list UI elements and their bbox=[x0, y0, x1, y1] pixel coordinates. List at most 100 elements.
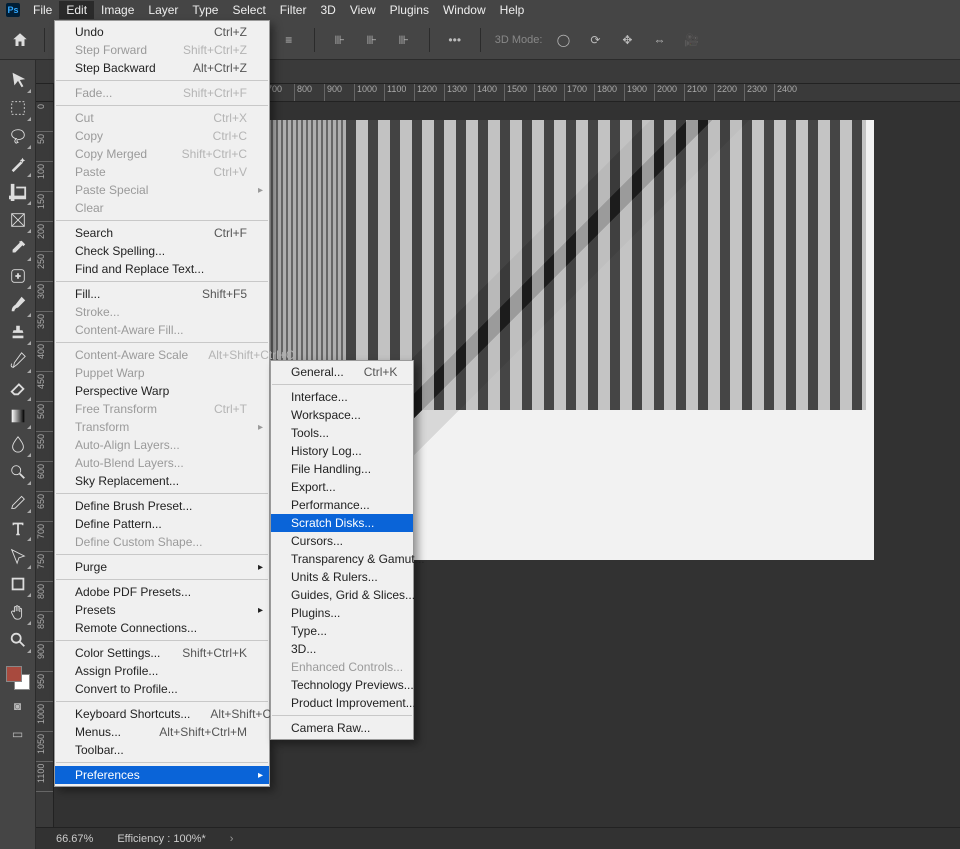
menu-type[interactable]: Type bbox=[185, 1, 225, 19]
prefs-guides-grid-slices[interactable]: Guides, Grid & Slices... bbox=[271, 586, 413, 604]
edit-menu: UndoCtrl+ZStep ForwardShift+Ctrl+ZStep B… bbox=[54, 20, 270, 787]
color-swatch[interactable] bbox=[6, 666, 30, 690]
menu-3d[interactable]: 3D bbox=[313, 1, 342, 19]
prefs-performance[interactable]: Performance... bbox=[271, 496, 413, 514]
status-chevron-icon[interactable]: › bbox=[230, 833, 234, 845]
more-options-icon[interactable]: ••• bbox=[444, 29, 466, 51]
menu-view[interactable]: View bbox=[343, 1, 383, 19]
edit-clear: Clear bbox=[55, 199, 269, 217]
zoom-tool[interactable] bbox=[6, 628, 30, 652]
status-bar: 66.67% Efficiency : 100%* › bbox=[36, 827, 960, 849]
wand-tool[interactable] bbox=[6, 152, 30, 176]
pen-tool[interactable] bbox=[6, 488, 30, 512]
prefs-export[interactable]: Export... bbox=[271, 478, 413, 496]
edit-purge[interactable]: Purge▸ bbox=[55, 558, 269, 576]
eyedrop-tool[interactable] bbox=[6, 236, 30, 260]
distribute-space-icon[interactable]: ⊪ bbox=[393, 29, 415, 51]
menu-filter[interactable]: Filter bbox=[273, 1, 314, 19]
prefs-scratch-disks[interactable]: Scratch Disks... bbox=[271, 514, 413, 532]
hand-tool[interactable] bbox=[6, 600, 30, 624]
prefs-transparency-gamut[interactable]: Transparency & Gamut... bbox=[271, 550, 413, 568]
edit-cut: CutCtrl+X bbox=[55, 109, 269, 127]
edit-undo[interactable]: UndoCtrl+Z bbox=[55, 23, 269, 41]
menu-help[interactable]: Help bbox=[493, 1, 532, 19]
edit-auto-align-layers: Auto-Align Layers... bbox=[55, 436, 269, 454]
3d-zoom-icon[interactable]: 🎥 bbox=[680, 29, 702, 51]
3d-pan-icon[interactable]: ✥ bbox=[616, 29, 638, 51]
3d-slide-icon[interactable]: ⇔ bbox=[648, 29, 670, 51]
fg-color[interactable] bbox=[6, 666, 22, 682]
edit-check-spelling[interactable]: Check Spelling... bbox=[55, 242, 269, 260]
edit-define-brush-preset[interactable]: Define Brush Preset... bbox=[55, 497, 269, 515]
efficiency-label[interactable]: Efficiency : 100%* bbox=[117, 833, 205, 845]
edit-toolbar[interactable]: Toolbar... bbox=[55, 741, 269, 759]
edit-define-pattern[interactable]: Define Pattern... bbox=[55, 515, 269, 533]
brush-tool[interactable] bbox=[6, 292, 30, 316]
menu-edit[interactable]: Edit bbox=[59, 1, 94, 19]
stamp-tool[interactable] bbox=[6, 320, 30, 344]
prefs-type[interactable]: Type... bbox=[271, 622, 413, 640]
edit-assign-profile[interactable]: Assign Profile... bbox=[55, 662, 269, 680]
menu-select[interactable]: Select bbox=[225, 1, 272, 19]
edit-remote-connections[interactable]: Remote Connections... bbox=[55, 619, 269, 637]
lasso-tool[interactable] bbox=[6, 124, 30, 148]
crop-tool[interactable] bbox=[6, 180, 30, 204]
dodge-tool[interactable] bbox=[6, 460, 30, 484]
edit-keyboard-shortcuts[interactable]: Keyboard Shortcuts...Alt+Shift+Ctrl+K bbox=[55, 705, 269, 723]
prefs-camera-raw[interactable]: Camera Raw... bbox=[271, 719, 413, 737]
zoom-level[interactable]: 66.67% bbox=[56, 833, 93, 845]
prefs-technology-previews[interactable]: Technology Previews... bbox=[271, 676, 413, 694]
history-tool[interactable] bbox=[6, 348, 30, 372]
marquee-tool[interactable] bbox=[6, 96, 30, 120]
edit-copy: CopyCtrl+C bbox=[55, 127, 269, 145]
path-tool[interactable] bbox=[6, 544, 30, 568]
edit-color-settings[interactable]: Color Settings...Shift+Ctrl+K bbox=[55, 644, 269, 662]
menu-layer[interactable]: Layer bbox=[141, 1, 185, 19]
frame-tool[interactable] bbox=[6, 208, 30, 232]
prefs-history-log[interactable]: History Log... bbox=[271, 442, 413, 460]
menu-image[interactable]: Image bbox=[94, 1, 141, 19]
distribute-h-icon[interactable]: ⊪ bbox=[361, 29, 383, 51]
prefs-3d[interactable]: 3D... bbox=[271, 640, 413, 658]
quick-mask-icon[interactable]: ◙ bbox=[6, 694, 30, 718]
prefs-interface[interactable]: Interface... bbox=[271, 388, 413, 406]
gradient-tool[interactable] bbox=[6, 404, 30, 428]
type-tool[interactable] bbox=[6, 516, 30, 540]
prefs-file-handling[interactable]: File Handling... bbox=[271, 460, 413, 478]
edit-menus[interactable]: Menus...Alt+Shift+Ctrl+M bbox=[55, 723, 269, 741]
edit-convert-to-profile[interactable]: Convert to Profile... bbox=[55, 680, 269, 698]
prefs-units-rulers[interactable]: Units & Rulers... bbox=[271, 568, 413, 586]
edit-find-and-replace-text[interactable]: Find and Replace Text... bbox=[55, 260, 269, 278]
menu-window[interactable]: Window bbox=[436, 1, 493, 19]
prefs-workspace[interactable]: Workspace... bbox=[271, 406, 413, 424]
edit-preferences[interactable]: Preferences▸ bbox=[55, 766, 269, 784]
move-tool[interactable] bbox=[6, 68, 30, 92]
3d-roll-icon[interactable]: ⟳ bbox=[584, 29, 606, 51]
edit-perspective-warp[interactable]: Perspective Warp bbox=[55, 382, 269, 400]
edit-sky-replacement[interactable]: Sky Replacement... bbox=[55, 472, 269, 490]
distribute-v-icon[interactable]: ⊪ bbox=[329, 29, 351, 51]
heal-tool[interactable] bbox=[6, 264, 30, 288]
prefs-general[interactable]: General...Ctrl+K bbox=[271, 363, 413, 381]
edit-search[interactable]: SearchCtrl+F bbox=[55, 224, 269, 242]
edit-fill[interactable]: Fill...Shift+F5 bbox=[55, 285, 269, 303]
edit-step-backward[interactable]: Step BackwardAlt+Ctrl+Z bbox=[55, 59, 269, 77]
ruler-vertical[interactable]: 0501001502002503003504004505005506006507… bbox=[36, 102, 54, 827]
ruler-corner bbox=[36, 84, 54, 102]
prefs-plugins[interactable]: Plugins... bbox=[271, 604, 413, 622]
blur-tool[interactable] bbox=[6, 432, 30, 456]
prefs-product-improvement[interactable]: Product Improvement... bbox=[271, 694, 413, 712]
align-space-icon[interactable]: ≡ bbox=[278, 29, 300, 51]
prefs-tools[interactable]: Tools... bbox=[271, 424, 413, 442]
home-button[interactable] bbox=[10, 30, 30, 50]
edit-adobe-pdf-presets[interactable]: Adobe PDF Presets... bbox=[55, 583, 269, 601]
shape-tool[interactable] bbox=[6, 572, 30, 596]
eraser-tool[interactable] bbox=[6, 376, 30, 400]
3d-orbit-icon[interactable]: ◯ bbox=[552, 29, 574, 51]
edit-presets[interactable]: Presets▸ bbox=[55, 601, 269, 619]
prefs-cursors[interactable]: Cursors... bbox=[271, 532, 413, 550]
screen-mode-icon[interactable]: ▭ bbox=[6, 722, 30, 746]
3d-mode-label: 3D Mode: bbox=[495, 34, 543, 46]
menu-file[interactable]: File bbox=[26, 1, 59, 19]
menu-plugins[interactable]: Plugins bbox=[383, 1, 436, 19]
